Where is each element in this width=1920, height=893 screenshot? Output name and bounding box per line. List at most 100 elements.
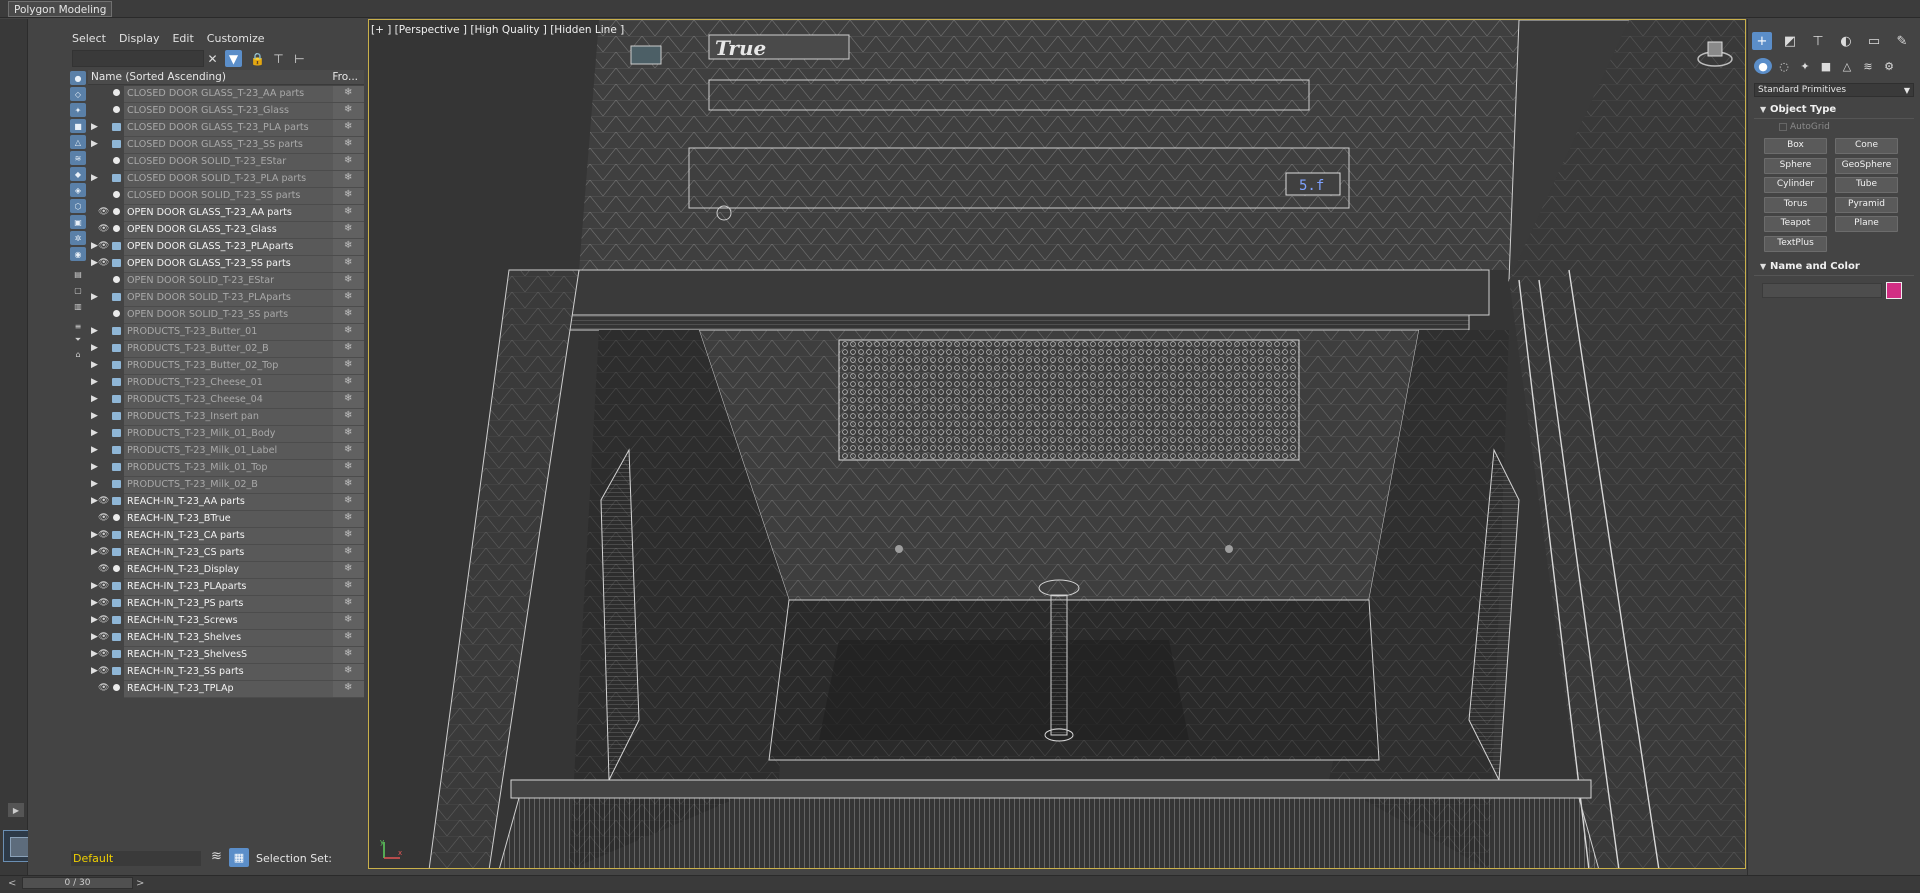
- freeze-toggle-icon[interactable]: ❄: [344, 410, 352, 421]
- create-plane-button[interactable]: Plane: [1835, 216, 1898, 232]
- list-item[interactable]: CLOSED DOOR SOLID_T-23_SS parts ❄: [88, 188, 364, 205]
- clear-search-icon[interactable]: ✕: [204, 50, 221, 67]
- create-box-button[interactable]: Box: [1764, 138, 1827, 154]
- visibility-eye-icon[interactable]: 👁: [98, 258, 109, 268]
- freeze-toggle-icon[interactable]: ❄: [344, 359, 352, 370]
- expand-arrow-icon[interactable]: ▶: [8, 803, 24, 817]
- funnel-icon[interactable]: ⏷: [70, 333, 86, 347]
- freeze-toggle-icon[interactable]: ❄: [344, 223, 352, 234]
- list-item[interactable]: ▶ 👁 REACH-IN_T-23_ShelvesS ❄: [88, 647, 364, 664]
- freeze-toggle-icon[interactable]: ❄: [344, 648, 352, 659]
- list-item[interactable]: ▶ 👁 REACH-IN_T-23_Shelves ❄: [88, 630, 364, 647]
- freeze-toggle-icon[interactable]: ❄: [344, 495, 352, 506]
- list-item[interactable]: ▶ PRODUCTS_T-23_Milk_02_B ❄: [88, 477, 364, 494]
- list-item[interactable]: ▶ CLOSED DOOR SOLID_T-23_PLA parts ❄: [88, 171, 364, 188]
- visibility-eye-icon[interactable]: 👁: [98, 241, 109, 251]
- freeze-toggle-icon[interactable]: ❄: [344, 444, 352, 455]
- display-xrefs-icon[interactable]: ◈: [70, 183, 86, 197]
- filter-icon[interactable]: ▼: [225, 50, 242, 67]
- systems-category-icon[interactable]: ⚙: [1880, 58, 1898, 74]
- freeze-toggle-icon[interactable]: ❄: [344, 308, 352, 319]
- visibility-eye-icon[interactable]: 👁: [98, 581, 109, 591]
- freeze-toggle-icon[interactable]: ❄: [344, 512, 352, 523]
- freeze-toggle-icon[interactable]: ❄: [344, 393, 352, 404]
- list-item[interactable]: 👁 REACH-IN_T-23_TPLAp ❄: [88, 681, 364, 698]
- cameras-category-icon[interactable]: ■: [1817, 58, 1835, 74]
- helpers-category-icon[interactable]: △: [1838, 58, 1856, 74]
- visibility-eye-icon[interactable]: 👁: [98, 632, 109, 642]
- list-item[interactable]: ▶ PRODUCTS_T-23_Butter_02_B ❄: [88, 341, 364, 358]
- column-name-header[interactable]: Name (Sorted Ascending): [91, 71, 226, 83]
- menu-display[interactable]: Display: [119, 32, 160, 48]
- hierarchy-tab-icon[interactable]: ⊤: [1808, 32, 1828, 50]
- create-cone-button[interactable]: Cone: [1835, 138, 1898, 154]
- visibility-eye-icon[interactable]: 👁: [98, 224, 109, 234]
- hierarchy-tree-icon[interactable]: ⊢: [291, 50, 308, 67]
- freeze-toggle-icon[interactable]: ❄: [344, 461, 352, 472]
- name-color-rollout[interactable]: ▼ Name and Color: [1754, 260, 1914, 276]
- current-layer-dropdown[interactable]: Default: [71, 851, 201, 866]
- freeze-toggle-icon[interactable]: ❄: [344, 478, 352, 489]
- object-name-input[interactable]: [1762, 283, 1882, 298]
- freeze-toggle-icon[interactable]: ❄: [344, 631, 352, 642]
- geometry-category-icon[interactable]: ●: [1754, 58, 1772, 74]
- create-torus-button[interactable]: Torus: [1764, 196, 1827, 213]
- visibility-eye-icon[interactable]: 👁: [98, 598, 109, 608]
- create-textplus-button[interactable]: TextPlus: [1764, 235, 1827, 252]
- create-cylinder-button[interactable]: Cylinder: [1764, 177, 1827, 193]
- freeze-toggle-icon[interactable]: ❄: [344, 546, 352, 557]
- time-next-button[interactable]: >: [136, 878, 144, 889]
- expand-arrow-icon[interactable]: ▶: [91, 496, 98, 506]
- visibility-eye-icon[interactable]: 👁: [98, 207, 109, 217]
- column-frozen-header[interactable]: Fro...: [332, 71, 358, 83]
- display-none-icon[interactable]: ▢: [70, 283, 86, 297]
- expand-arrow-icon[interactable]: ▶: [91, 411, 98, 421]
- display-lights-icon[interactable]: ✦: [70, 103, 86, 117]
- list-item[interactable]: ▶ PRODUCTS_T-23_Milk_01_Label ❄: [88, 443, 364, 460]
- list-item[interactable]: OPEN DOOR SOLID_T-23_SS parts ❄: [88, 307, 364, 324]
- freeze-toggle-icon[interactable]: ❄: [344, 597, 352, 608]
- display-helpers-icon[interactable]: △: [70, 135, 86, 149]
- freeze-toggle-icon[interactable]: ❄: [344, 189, 352, 200]
- expand-arrow-icon[interactable]: ▶: [91, 462, 98, 472]
- visibility-eye-icon[interactable]: 👁: [98, 615, 109, 625]
- perspective-viewport[interactable]: True 5.f: [368, 19, 1746, 869]
- object-type-rollout[interactable]: ▼ Object Type: [1754, 103, 1914, 119]
- list-item[interactable]: ▶ 👁 REACH-IN_T-23_AA parts ❄: [88, 494, 364, 511]
- create-teapot-button[interactable]: Teapot: [1764, 216, 1827, 232]
- display-spacewarps-icon[interactable]: ≋: [70, 151, 86, 165]
- list-item[interactable]: ▶ 👁 REACH-IN_T-23_PS parts ❄: [88, 596, 364, 613]
- modify-tab-icon[interactable]: ◩: [1780, 32, 1800, 50]
- list-item[interactable]: OPEN DOOR SOLID_T-23_EStar ❄: [88, 273, 364, 290]
- expand-arrow-icon[interactable]: ▶: [91, 547, 98, 557]
- expand-arrow-icon[interactable]: ▶: [91, 122, 98, 132]
- viewcube-icon[interactable]: [1697, 38, 1733, 68]
- list-item[interactable]: ▶ 👁 OPEN DOOR GLASS_T-23_PLAparts ❄: [88, 239, 364, 256]
- freeze-toggle-icon[interactable]: ❄: [344, 104, 352, 115]
- expand-arrow-icon[interactable]: ▶: [91, 360, 98, 370]
- expand-arrow-icon[interactable]: ▶: [91, 292, 98, 302]
- display-geometry-icon[interactable]: ●: [70, 71, 86, 85]
- time-prev-button[interactable]: <: [8, 878, 16, 889]
- list-item[interactable]: CLOSED DOOR SOLID_T-23_EStar ❄: [88, 154, 364, 171]
- list-item[interactable]: ▶ 👁 REACH-IN_T-23_CA parts ❄: [88, 528, 364, 545]
- expand-arrow-icon[interactable]: ▶: [91, 479, 98, 489]
- freeze-toggle-icon[interactable]: ❄: [344, 206, 352, 217]
- list-item[interactable]: 👁 REACH-IN_T-23_Display ❄: [88, 562, 364, 579]
- viewport-label[interactable]: [+ ] [Perspective ] [High Quality ] [Hid…: [371, 24, 624, 36]
- freeze-toggle-icon[interactable]: ❄: [344, 325, 352, 336]
- visibility-eye-icon[interactable]: 👁: [98, 683, 109, 693]
- expand-arrow-icon[interactable]: ▶: [91, 343, 98, 353]
- autogrid-checkbox[interactable]: [1779, 123, 1787, 131]
- freeze-toggle-icon[interactable]: ❄: [344, 682, 352, 693]
- expand-arrow-icon[interactable]: ▶: [91, 530, 98, 540]
- motion-tab-icon[interactable]: ◐: [1836, 32, 1856, 50]
- freeze-toggle-icon[interactable]: ❄: [344, 665, 352, 676]
- layers-icon[interactable]: ≋: [211, 849, 227, 865]
- visibility-eye-icon[interactable]: 👁: [98, 513, 109, 523]
- list-item[interactable]: 👁 OPEN DOOR GLASS_T-23_Glass ❄: [88, 222, 364, 239]
- lock-icon[interactable]: 🔒: [249, 50, 266, 67]
- display-frozen-icon[interactable]: ✲: [70, 231, 86, 245]
- expand-arrow-icon[interactable]: ▶: [91, 598, 98, 608]
- expand-arrow-icon[interactable]: ▶: [91, 649, 98, 659]
